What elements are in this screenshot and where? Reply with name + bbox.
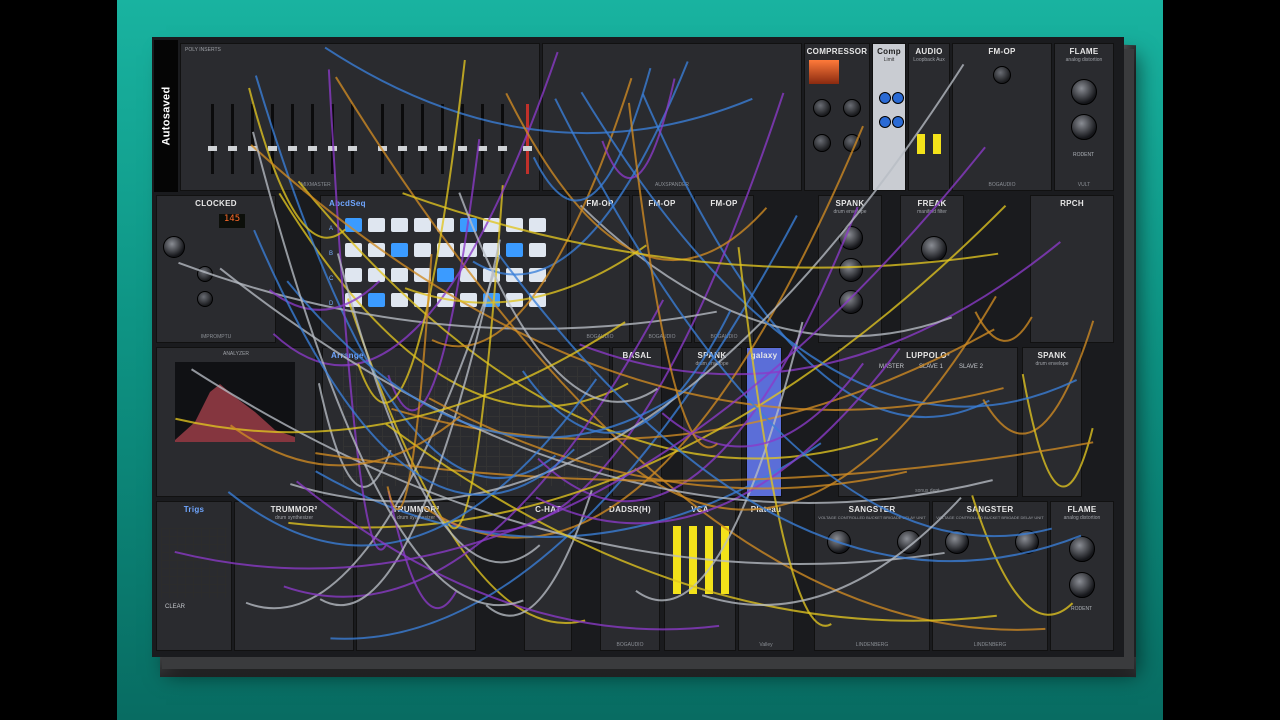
patch-cable[interactable] <box>174 146 986 570</box>
patch-cable[interactable] <box>324 46 753 134</box>
patch-cable[interactable] <box>601 78 676 179</box>
autosaved-label: Autosaved <box>160 86 172 146</box>
patch-cable[interactable] <box>386 253 433 511</box>
patch-cable[interactable] <box>634 295 997 511</box>
rack-canvas-side-edge <box>1124 44 1136 678</box>
patch-cable[interactable] <box>357 59 466 404</box>
patch-cable[interactable] <box>254 75 557 480</box>
patch-cable[interactable] <box>178 261 717 330</box>
patch-cable[interactable] <box>971 495 1074 616</box>
patch-cable[interactable] <box>485 490 593 617</box>
rack-canvas-bottom-edge <box>160 657 1136 677</box>
autosaved-badge: Autosaved <box>154 40 178 192</box>
patch-cable[interactable] <box>982 320 1095 435</box>
patch-cables[interactable] <box>152 37 1124 657</box>
patch-cable[interactable] <box>297 180 879 460</box>
